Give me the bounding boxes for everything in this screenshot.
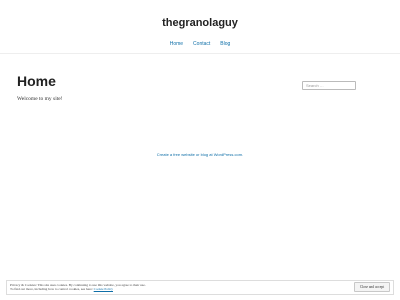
page-title: Home	[17, 73, 56, 89]
nav-item-contact[interactable]: Contact	[193, 41, 210, 47]
site-title[interactable]: thegranolaguy	[0, 17, 400, 29]
search-input[interactable]	[302, 81, 356, 90]
cookie-banner: Privacy & Cookies: This site uses cookie…	[6, 280, 394, 295]
main-navigation: Home Contact Blog	[0, 41, 400, 47]
header-divider	[0, 53, 400, 54]
nav-item-home[interactable]: Home	[170, 41, 183, 47]
footer-wordpress-link[interactable]: Create a free website or blog at WordPre…	[157, 152, 243, 157]
cookie-notice-text: Privacy & Cookies: This site uses cookie…	[10, 283, 310, 292]
nav-item-blog[interactable]: Blog	[220, 41, 230, 47]
close-and-accept-button[interactable]: Close and accept	[354, 282, 390, 292]
cookie-notice-line-2: To find out more, including how to contr…	[10, 287, 310, 291]
cookie-notice-line-2-text: To find out more, including how to contr…	[10, 287, 94, 292]
footer-credit: Create a free website or blog at WordPre…	[0, 143, 400, 161]
page-body-text: Welcome to my site!	[17, 96, 63, 102]
cookie-policy-link[interactable]: Cookie Policy	[94, 287, 113, 291]
